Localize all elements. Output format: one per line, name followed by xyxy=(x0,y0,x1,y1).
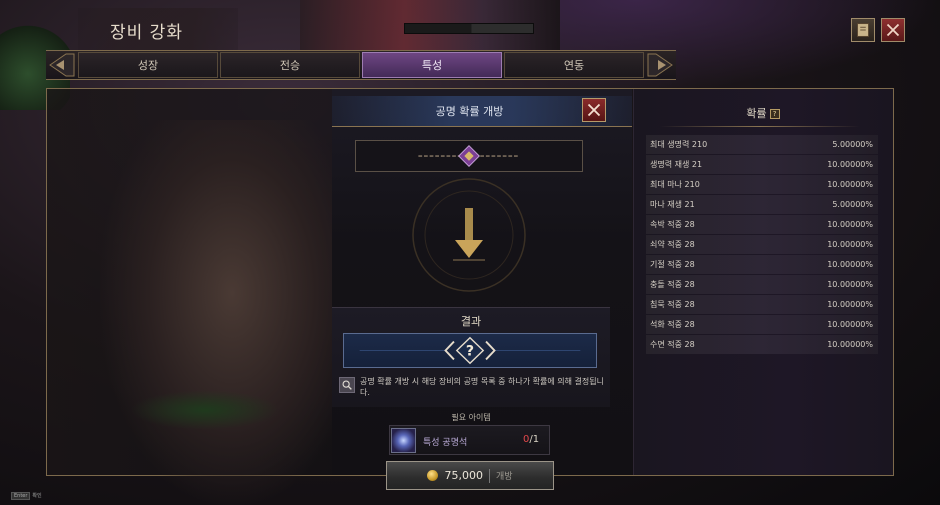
probability-row: 수면 적중 28 10.00000% xyxy=(646,335,878,354)
question-icon: ? xyxy=(359,336,581,365)
open-price: 75,000 xyxy=(444,469,483,482)
probability-divider xyxy=(660,126,860,127)
stat-chance: 10.00000% xyxy=(827,220,873,229)
stat-name: 침묵 적중 28 xyxy=(650,300,695,309)
probability-title-text: 확률 xyxy=(746,107,767,120)
stat-chance: 5.00000% xyxy=(832,140,873,149)
stat-chance: 10.00000% xyxy=(827,340,873,349)
stat-chance: 10.00000% xyxy=(827,240,873,249)
required-items-label: 필요 아이템 xyxy=(451,413,491,422)
resonance-circle xyxy=(408,176,530,294)
probability-row: 충돌 적중 28 10.00000% xyxy=(646,275,878,294)
button-divider xyxy=(488,468,490,483)
magnifier-icon xyxy=(342,380,352,390)
probability-row: 마나 재생 21 5.00000% xyxy=(646,195,878,214)
resonance-info-text: 공명 확률 개방 시 해당 장비의 공명 목록 중 하나가 확률에 의해 결정됩… xyxy=(360,377,604,397)
footer-hint-label: 확인 xyxy=(32,493,42,499)
stat-name: 기절 적중 28 xyxy=(650,260,695,269)
stat-name: 쇠약 적중 28 xyxy=(650,240,695,249)
close-icon xyxy=(886,23,900,37)
gem-icon xyxy=(391,428,416,453)
stat-name: 충돌 적중 28 xyxy=(650,280,695,289)
character-silhouette xyxy=(100,120,340,505)
tab-link[interactable]: 연동 xyxy=(504,52,644,78)
tab-growth[interactable]: 성장 xyxy=(78,52,218,78)
footer-hint: Enter 확인 xyxy=(11,492,42,500)
chevron-left-icon xyxy=(49,53,75,77)
stat-name: 석화 적중 28 xyxy=(650,320,695,329)
stat-name: 최대 생명력 210 xyxy=(650,140,708,149)
book-button[interactable] xyxy=(851,18,875,42)
stat-chance: 10.00000% xyxy=(827,300,873,309)
close-icon xyxy=(587,103,601,117)
help-icon[interactable]: ? xyxy=(769,109,780,119)
page-title: 장비 강화 xyxy=(110,23,183,43)
enter-key-badge: Enter xyxy=(11,492,31,500)
resonance-title: 공명 확률 개방 xyxy=(435,105,504,118)
probability-list: 최대 생명력 210 5.00000% 생명력 재생 21 10.00000% 최대… xyxy=(646,135,878,355)
book-icon xyxy=(857,23,869,37)
probability-title: 확률? xyxy=(633,105,893,121)
tab-inherit[interactable]: 전승 xyxy=(220,52,360,78)
stat-chance: 10.00000% xyxy=(827,280,873,289)
item-count-need: /1 xyxy=(529,434,540,445)
stat-name: 마나 재생 21 xyxy=(650,200,695,209)
stat-chance: 10.00000% xyxy=(827,180,873,189)
stat-name: 생명력 재생 21 xyxy=(650,160,703,169)
stat-chance: 5.00000% xyxy=(832,200,873,209)
probability-row: 침묵 적중 28 10.00000% xyxy=(646,295,878,314)
probability-row: 생명력 재생 21 10.00000% xyxy=(646,155,878,174)
svg-text:?: ? xyxy=(466,344,474,360)
probability-row: 석화 적중 28 10.00000% xyxy=(646,315,878,334)
resonance-close-button[interactable] xyxy=(582,98,606,122)
tab-prev-arrow[interactable] xyxy=(46,50,78,80)
coin-icon xyxy=(427,470,439,481)
info-icon-box xyxy=(339,377,355,393)
stat-chance: 10.00000% xyxy=(827,260,873,269)
stat-chance: 10.00000% xyxy=(827,160,873,169)
stat-name: 최대 마나 210 xyxy=(650,180,700,189)
chain-icon xyxy=(418,145,520,167)
tab-next-arrow[interactable] xyxy=(644,50,676,80)
open-button[interactable]: 75,000 개방 xyxy=(386,461,554,490)
required-item-name: 특성 공명석 xyxy=(423,438,468,448)
probability-row: 속박 적중 28 10.00000% xyxy=(646,215,878,234)
result-title: 결과 xyxy=(460,315,482,328)
chevron-right-icon xyxy=(647,53,673,77)
probability-row: 쇠약 적중 28 10.00000% xyxy=(646,235,878,254)
probability-row: 최대 생명력 210 5.00000% xyxy=(646,135,878,154)
character-glow xyxy=(130,390,280,430)
stat-name: 수면 적중 28 xyxy=(650,340,695,349)
result-slot: ? xyxy=(343,333,597,368)
top-status-bar xyxy=(404,23,534,34)
header-divider xyxy=(332,126,632,127)
probability-row: 기절 적중 28 10.00000% xyxy=(646,255,878,274)
required-item-count: 0/1 xyxy=(523,434,539,445)
stat-chance: 10.00000% xyxy=(827,320,873,329)
equipment-slot-chain[interactable] xyxy=(355,140,583,172)
window-close-button[interactable] xyxy=(881,18,905,42)
open-label: 개방 xyxy=(495,472,513,482)
stat-name: 속박 적중 28 xyxy=(650,220,695,229)
probability-row: 최대 마나 210 10.00000% xyxy=(646,175,878,194)
down-arrow-icon xyxy=(412,178,526,292)
tab-trait[interactable]: 특성 xyxy=(362,52,502,78)
